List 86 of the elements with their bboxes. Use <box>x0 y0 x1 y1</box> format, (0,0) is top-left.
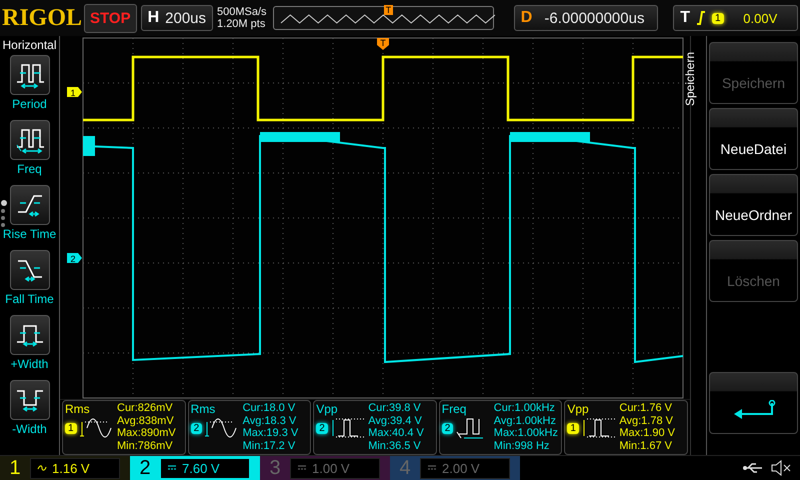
channel-badge: 2 <box>316 422 328 434</box>
channel-marker[interactable]: 1 <box>67 87 82 98</box>
measurement-value: Avg:1.78 V <box>619 414 674 427</box>
channel-badge: 1 <box>567 422 579 434</box>
channel-marker[interactable]: 2 <box>67 253 82 264</box>
rising-edge-icon <box>696 11 706 25</box>
measurement-value: Avg:18.3 V <box>242 414 298 427</box>
memory-depth: 1.20M pts <box>217 18 266 30</box>
menu-title: Speichern <box>683 52 698 106</box>
measure-label: -Width <box>12 422 47 436</box>
measurement-value: Avg:838mV <box>117 414 175 427</box>
dc-coupling-icon <box>427 464 437 472</box>
scale-value: 7.60 V <box>182 460 220 476</box>
measurement-value: Cur:1.76 V <box>619 402 673 414</box>
overview-wave-icon <box>280 14 496 24</box>
measurement-value: Cur:39.8 V <box>368 402 422 414</box>
channel-number: 3 <box>268 456 282 480</box>
channel-tab[interactable]: 4 2.00 V <box>390 456 520 480</box>
menu-button[interactable]: NeueDatei <box>709 108 798 170</box>
measure-button[interactable] <box>10 120 50 160</box>
channel-badge: 2 <box>190 422 202 434</box>
channel-number: 2 <box>138 456 152 480</box>
measure-button[interactable] <box>10 380 50 420</box>
measure-button[interactable] <box>10 55 50 95</box>
measurement-value: Cur:826mV <box>117 402 174 414</box>
scale-value: 2.00 V <box>442 460 480 476</box>
measurement-value: Max:890mV <box>117 427 177 440</box>
scale-value: 1.00 V <box>312 460 350 476</box>
measure-button[interactable] <box>10 315 50 355</box>
trigger-marker: T <box>377 38 389 50</box>
scale-value: 1.16 V <box>52 460 90 476</box>
page-dot[interactable] <box>1 209 5 213</box>
channel-tab[interactable]: 3 1.00 V <box>260 456 390 480</box>
measure-label: Freq <box>17 162 42 176</box>
dc-coupling-icon <box>297 464 307 472</box>
measure-label: Rise Time <box>2 227 56 241</box>
page-dot[interactable] <box>1 200 7 206</box>
brand-logo: RIGOL <box>2 4 80 32</box>
measurement-name: Vpp <box>567 402 590 416</box>
trigger-source: 1 <box>712 12 724 24</box>
trigger-position-marker: T <box>384 5 394 15</box>
measurement-value: Min:36.5 V <box>368 440 422 452</box>
measurement-value: Avg:39.4 V <box>368 414 423 427</box>
measurement-name: Rms <box>190 402 216 416</box>
measurement-value: Max:1.90 V <box>619 427 676 440</box>
return-icon <box>732 400 776 422</box>
measure-label: +Width <box>10 357 48 371</box>
measure-label: Fall Time <box>5 292 54 306</box>
run-state[interactable]: STOP <box>84 4 137 32</box>
return-button[interactable] <box>709 372 798 434</box>
measurement-value: Min:786mV <box>117 440 174 452</box>
page-dot[interactable] <box>1 223 5 227</box>
channel-tab[interactable]: 1 1.16 V <box>0 456 130 480</box>
measurement-name: Vpp <box>316 402 339 416</box>
measure-button[interactable] <box>10 185 50 225</box>
measurement-value: Max:40.4 V <box>368 427 425 440</box>
channel-badge: 1 <box>65 422 77 434</box>
channel-number: 1 <box>8 456 22 480</box>
trigger-field[interactable]: T 1 0.00V <box>673 5 798 31</box>
sample-rate: 500MSa/s <box>217 6 268 18</box>
measure-label: Period <box>12 97 47 111</box>
usb-icon <box>742 462 764 474</box>
delay-field[interactable]: D -6.00000000us <box>514 5 658 31</box>
measurement-value: Max:1.00kHz <box>494 427 559 440</box>
mute-icon <box>770 460 792 476</box>
measure-button[interactable] <box>10 250 50 290</box>
vpp-measure-icon <box>580 416 617 440</box>
measurement-name: Rms <box>65 402 91 416</box>
dc-coupling-icon <box>167 464 177 472</box>
channel-tab[interactable]: 2 7.60 V <box>130 456 260 480</box>
measurement-value: Avg:1.00kHz <box>494 414 557 427</box>
vpp-measure-icon <box>330 416 366 440</box>
channel-badge: 2 <box>442 422 454 434</box>
measurement-name: Freq <box>442 402 468 416</box>
measurement-value: Cur:18.0 V <box>242 402 296 414</box>
measurement-value: Min:17.2 V <box>242 440 296 452</box>
sidebar-title: Horizontal <box>2 38 57 52</box>
measurement-value: Max:19.3 V <box>242 427 300 440</box>
ac-coupling-icon <box>37 464 47 472</box>
channel-number: 4 <box>398 456 412 480</box>
measurement-value: Cur:1.00kHz <box>494 402 556 414</box>
measurement-value: Min:998 Hz <box>494 440 550 452</box>
timebase-field[interactable]: H 200us <box>140 5 214 31</box>
page-dot[interactable] <box>1 216 5 220</box>
measurement-value: Min:1.67 V <box>619 440 673 452</box>
menu-button[interactable]: NeueOrdner <box>709 174 798 236</box>
